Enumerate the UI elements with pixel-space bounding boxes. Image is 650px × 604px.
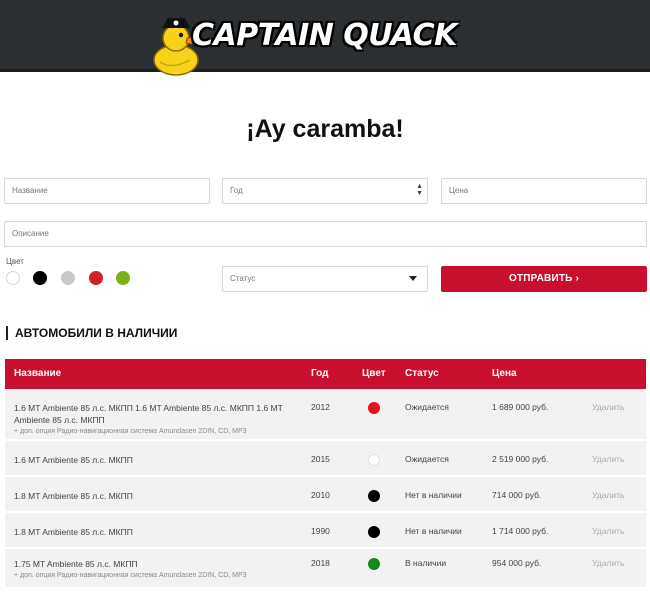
car-color-dot xyxy=(368,490,380,502)
car-status: Ожидается xyxy=(405,454,449,464)
car-name-cell: 1.6 MT Ambiente 85 л.с. МКПП 1.6 MT Ambi… xyxy=(14,402,294,438)
color-swatch[interactable] xyxy=(6,271,20,285)
car-price: 1 714 000 руб. xyxy=(492,526,549,536)
status-placeholder: Статус xyxy=(230,274,256,283)
section-title: АВТОМОБИЛИ В НАЛИЧИИ xyxy=(6,326,177,340)
table-row: 1.75 MT Ambiente 85 л.с. МКПП + доп. опц… xyxy=(5,549,646,589)
year-placeholder: Год xyxy=(230,186,243,195)
car-year: 1990 xyxy=(311,526,330,536)
car-status: В наличии xyxy=(405,558,447,568)
car-color-dot xyxy=(368,558,380,570)
car-price: 714 000 руб. xyxy=(492,490,542,500)
delete-link[interactable]: Удалить xyxy=(592,490,624,500)
car-option: + доп. опция Радио-навигационная система… xyxy=(14,572,247,579)
name-input[interactable]: Название xyxy=(4,178,210,204)
header-status: Статус xyxy=(405,368,439,379)
car-name-cell: 1.8 MT Ambiente 85 л.с. МКПП xyxy=(14,526,294,538)
status-select[interactable]: Статус xyxy=(222,266,428,292)
header-year: Год xyxy=(311,368,329,379)
submit-button[interactable]: ОТПРАВИТЬ › xyxy=(441,266,647,292)
table-row: 1.8 MT Ambiente 85 л.с. МКПП 2010 Нет в … xyxy=(5,477,646,513)
car-year: 2018 xyxy=(311,558,330,568)
year-input[interactable]: Год ▲ ▼ xyxy=(222,178,428,204)
car-name: 1.6 MT Ambiente 85 л.с. МКПП xyxy=(14,455,133,465)
table-header: Название Год Цвет Статус Цена xyxy=(5,359,646,389)
delete-link[interactable]: Удалить xyxy=(592,402,624,412)
color-label: Цвет xyxy=(6,257,24,266)
car-name: 1.8 MT Ambiente 85 л.с. МКПП xyxy=(14,491,133,501)
car-option: + доп. опция Радио-навигационная система… xyxy=(14,428,247,435)
table-row: 1.6 MT Ambiente 85 л.с. МКПП 1.6 MT Ambi… xyxy=(5,389,646,441)
color-swatch[interactable] xyxy=(33,271,47,285)
color-swatch[interactable] xyxy=(89,271,103,285)
car-status: Нет в наличии xyxy=(405,526,462,536)
car-color-dot xyxy=(368,402,380,414)
car-status: Нет в наличии xyxy=(405,490,462,500)
header-name: Название xyxy=(14,368,62,379)
car-status: Ожидается xyxy=(405,402,449,412)
price-placeholder: Цена xyxy=(449,186,469,195)
car-price: 1 689 000 руб. xyxy=(492,402,549,412)
car-color-dot xyxy=(368,454,380,466)
chevron-down-icon xyxy=(409,276,417,281)
table-row: 1.8 MT Ambiente 85 л.с. МКПП 1990 Нет в … xyxy=(5,513,646,549)
header-price: Цена xyxy=(492,368,517,379)
car-name: 1.8 MT Ambiente 85 л.с. МКПП xyxy=(14,527,133,537)
header-color: Цвет xyxy=(362,368,386,379)
captain-quack-logo[interactable]: CAPTAIN QUACK xyxy=(152,10,472,78)
cars-table: Название Год Цвет Статус Цена 1.6 MT Amb… xyxy=(5,359,646,589)
car-year: 2015 xyxy=(311,454,330,464)
year-stepper-icon[interactable]: ▲ ▼ xyxy=(416,183,423,197)
table-body: 1.6 MT Ambiente 85 л.с. МКПП 1.6 MT Ambi… xyxy=(5,389,646,589)
car-color-dot xyxy=(368,526,380,538)
description-placeholder: Описание xyxy=(12,229,49,238)
car-price: 954 000 руб. xyxy=(492,558,542,568)
site-header: CAPTAIN QUACK xyxy=(0,0,650,76)
logo-text: CAPTAIN QUACK xyxy=(192,18,457,53)
car-price: 2 519 000 руб. xyxy=(492,454,549,464)
car-name-cell: 1.8 MT Ambiente 85 л.с. МКПП xyxy=(14,490,294,502)
delete-link[interactable]: Удалить xyxy=(592,526,624,536)
name-placeholder: Название xyxy=(12,186,48,195)
page-title: ¡Ay caramba! xyxy=(246,115,404,143)
table-row: 1.6 MT Ambiente 85 л.с. МКПП 2015 Ожидае… xyxy=(5,441,646,477)
description-input[interactable]: Описание xyxy=(4,221,647,247)
car-name: 1.75 MT Ambiente 85 л.с. МКПП xyxy=(14,559,138,569)
color-swatch[interactable] xyxy=(61,271,75,285)
delete-link[interactable]: Удалить xyxy=(592,558,624,568)
car-name-cell: 1.75 MT Ambiente 85 л.с. МКПП + доп. опц… xyxy=(14,558,294,582)
delete-link[interactable]: Удалить xyxy=(592,454,624,464)
price-input[interactable]: Цена xyxy=(441,178,647,204)
car-name: 1.6 MT Ambiente 85 л.с. МКПП 1.6 MT Ambi… xyxy=(14,403,283,425)
car-year: 2010 xyxy=(311,490,330,500)
car-name-cell: 1.6 MT Ambiente 85 л.с. МКПП xyxy=(14,454,294,466)
car-year: 2012 xyxy=(311,402,330,412)
color-swatch[interactable] xyxy=(116,271,130,285)
